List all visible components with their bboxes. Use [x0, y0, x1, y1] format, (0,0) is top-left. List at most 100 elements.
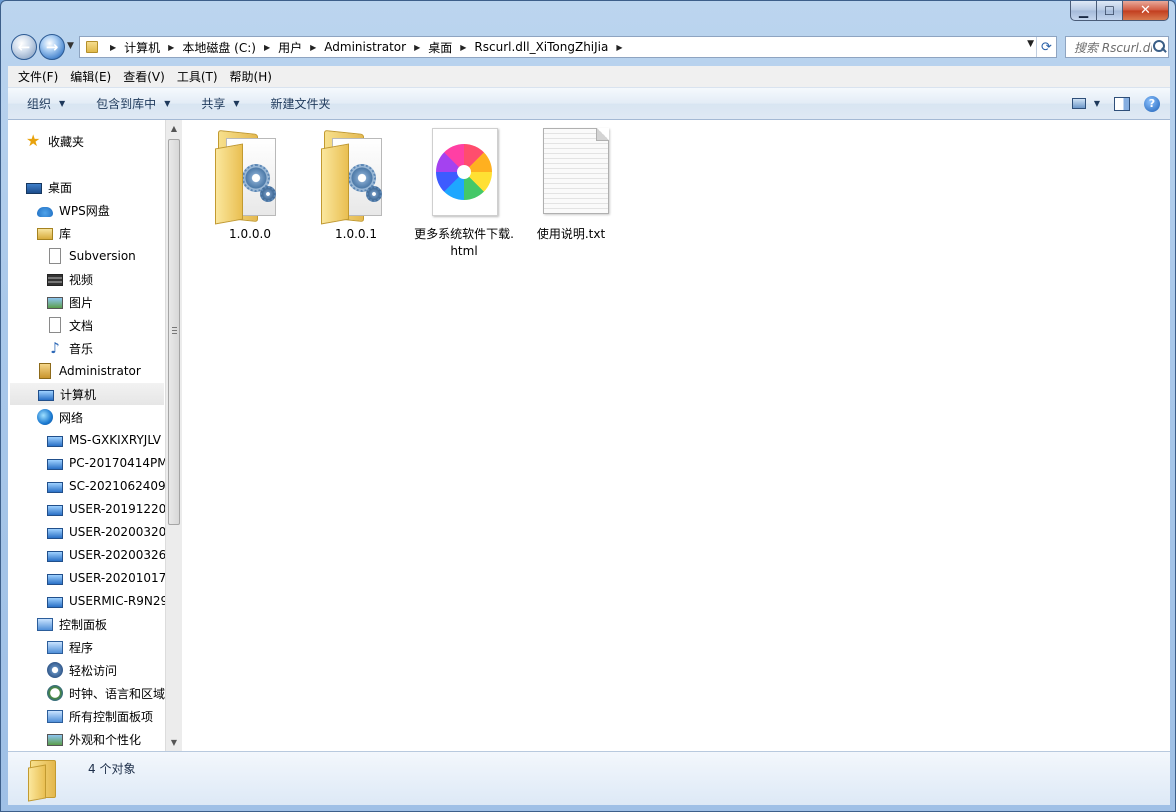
search-box[interactable]: 搜索 Rscurl.dll_XiTongZhiJia	[1065, 36, 1169, 58]
sidebar-item-network-pc[interactable]: USER-20201017I	[47, 567, 166, 589]
sidebar-item-label: USER-20201017I	[69, 571, 166, 585]
sidebar-item-label: 桌面	[48, 180, 73, 195]
breadcrumb-separator-icon[interactable]: ▶	[310, 43, 316, 52]
sidebar-item-label: 视频	[69, 272, 94, 287]
menu-edit[interactable]: 编辑(E)	[64, 67, 117, 87]
help-icon[interactable]: ?	[1144, 95, 1160, 112]
breadcrumb-separator-icon[interactable]: ▶	[168, 43, 174, 52]
command-bar: 组织 ▼ 包含到库中 ▼ 共享 ▼ 新建文件夹 ▼ ?	[8, 88, 1170, 120]
picture-icon	[47, 297, 63, 309]
folder-icon	[28, 758, 64, 802]
breadcrumb-separator-icon[interactable]: ▶	[460, 43, 466, 52]
sidebar-item-network-pc[interactable]: USERMIC-R9N29	[47, 590, 166, 612]
breadcrumb-item[interactable]: 计算机	[124, 39, 160, 56]
sidebar-item-library[interactable]: 库	[37, 222, 71, 244]
desktop-icon	[26, 182, 42, 194]
sidebar-item-pictures[interactable]: 图片	[47, 291, 93, 313]
sidebar-item-documents[interactable]: 文档	[47, 314, 93, 336]
file-name: 1.0.0.0	[229, 227, 271, 241]
navigation-scrollbar[interactable]: ▲ ▼	[165, 120, 182, 751]
sidebar-item-label: 图片	[69, 295, 94, 310]
sidebar-item-label: 时钟、语言和区域	[69, 686, 166, 701]
sidebar-item-wps[interactable]: WPS网盘	[37, 199, 110, 221]
file-item[interactable]: 使用说明.txt	[521, 126, 621, 243]
file-list: 1.0.0.0 1.0.0.1 更多系统软件下载.html 使用说明.txt	[184, 120, 1170, 751]
breadcrumb-separator-icon[interactable]: ▶	[616, 43, 622, 52]
breadcrumb-item[interactable]: Rscurl.dll_XiTongZhiJia	[474, 40, 608, 54]
cloud-icon	[37, 206, 53, 217]
chevron-down-icon: ▼	[233, 99, 240, 108]
share-button[interactable]: 共享 ▼	[182, 88, 251, 119]
scroll-down-arrow-icon[interactable]: ▼	[166, 734, 182, 751]
close-button[interactable]: ✕	[1123, 1, 1169, 21]
breadcrumb-separator-icon[interactable]: ▶	[414, 43, 420, 52]
sidebar-item-network-pc[interactable]: USER-20191220I	[47, 498, 166, 520]
breadcrumb-item[interactable]: 用户	[278, 39, 302, 56]
breadcrumb-separator-icon[interactable]: ▶	[264, 43, 270, 52]
preview-pane-icon[interactable]	[1114, 96, 1130, 111]
ease-of-access-icon	[47, 662, 63, 678]
sidebar-item-network-pc[interactable]: USER-20200320I	[47, 521, 166, 543]
navigation-pane: ★ 收藏夹 桌面 WPS网盘 库 Subversion 视频 图片 文档 ♪ 音…	[8, 120, 166, 751]
menu-file[interactable]: 文件(F)	[12, 67, 64, 87]
sidebar-item-music[interactable]: ♪ 音乐	[47, 337, 93, 359]
back-button[interactable]: ←	[11, 34, 37, 60]
sidebar-item-subversion[interactable]: Subversion	[47, 245, 136, 267]
sidebar-item-programs[interactable]: 程序	[47, 636, 93, 658]
details-pane: 4 个对象	[8, 751, 1170, 805]
address-dropdown-icon[interactable]: ▼	[1027, 39, 1034, 49]
maximize-button[interactable]: ☐	[1097, 1, 1123, 21]
minimize-button[interactable]: ▁	[1070, 1, 1097, 21]
sidebar-item-favorites[interactable]: ★ 收藏夹	[26, 130, 84, 152]
address-bar[interactable]: ▶ 计算机 ▶ 本地磁盘 (C:) ▶ 用户 ▶ Administrator ▶…	[79, 36, 1057, 58]
search-input[interactable]: 搜索 Rscurl.dll_XiTongZhiJia	[1074, 39, 1152, 56]
navigation-row: ← → ▼ ▶ 计算机 ▶ 本地磁盘 (C:) ▶ 用户 ▶ Administr…	[9, 33, 1169, 61]
sidebar-item-videos[interactable]: 视频	[47, 268, 93, 290]
file-item[interactable]: 1.0.0.1	[306, 126, 406, 243]
breadcrumb: ▶ 计算机 ▶ 本地磁盘 (C:) ▶ 用户 ▶ Administrator ▶…	[102, 37, 631, 57]
menu-tools[interactable]: 工具(T)	[171, 67, 224, 87]
sidebar-item-all-cp-items[interactable]: 所有控制面板项	[47, 705, 153, 727]
sidebar-item-network-pc[interactable]: PC-20170414PM	[47, 452, 166, 474]
html-file-icon	[426, 126, 502, 222]
sidebar-item-network-pc[interactable]: SC-20210624091	[47, 475, 166, 497]
sidebar-item-network-pc[interactable]: USER-20200326V	[47, 544, 166, 566]
refresh-icon[interactable]: ⟳	[1036, 37, 1056, 57]
sidebar-item-label: WPS网盘	[59, 203, 110, 218]
user-folder-icon	[39, 363, 51, 379]
sidebar-item-administrator[interactable]: Administrator	[37, 360, 141, 382]
main-area: ★ 收藏夹 桌面 WPS网盘 库 Subversion 视频 图片 文档 ♪ 音…	[8, 120, 1170, 751]
menu-help[interactable]: 帮助(H)	[224, 67, 278, 87]
breadcrumb-item[interactable]: 桌面	[428, 39, 452, 56]
forward-button[interactable]: →	[39, 34, 65, 60]
file-item[interactable]: 1.0.0.0	[200, 126, 300, 243]
breadcrumb-separator-icon[interactable]: ▶	[110, 43, 116, 52]
grip-icon	[172, 327, 177, 334]
text-file-icon	[533, 126, 609, 222]
sidebar-item-network[interactable]: 网络	[37, 406, 83, 428]
sidebar-item-control-panel[interactable]: 控制面板	[37, 613, 107, 635]
scroll-up-arrow-icon[interactable]: ▲	[166, 120, 182, 137]
sidebar-item-computer[interactable]: 计算机	[10, 383, 164, 405]
sidebar-item-network-pc[interactable]: MS-GXKIXRYJLV	[47, 429, 161, 451]
recent-pages-chevron-icon[interactable]: ▼	[67, 41, 74, 51]
sidebar-item-desktop[interactable]: 桌面	[26, 176, 72, 198]
view-options-chevron-icon[interactable]: ▼	[1094, 99, 1100, 108]
new-folder-button[interactable]: 新建文件夹	[252, 88, 343, 119]
file-item[interactable]: 更多系统软件下载.html	[414, 126, 514, 260]
sidebar-item-appearance[interactable]: 外观和个性化	[47, 728, 141, 750]
breadcrumb-item[interactable]: 本地磁盘 (C:)	[182, 39, 256, 56]
change-view-icon[interactable]	[1071, 98, 1086, 109]
menu-view[interactable]: 查看(V)	[117, 67, 171, 87]
scrollbar-thumb[interactable]	[168, 139, 180, 525]
item-count: 4 个对象	[88, 762, 136, 776]
search-icon[interactable]	[1152, 39, 1168, 55]
sidebar-item-clock-region[interactable]: 时钟、语言和区域	[47, 682, 165, 704]
include-library-button[interactable]: 包含到库中 ▼	[77, 88, 182, 119]
new-folder-label: 新建文件夹	[270, 97, 331, 111]
sidebar-item-ease-of-access[interactable]: 轻松访问	[47, 659, 117, 681]
organize-button[interactable]: 组织 ▼	[8, 88, 77, 119]
breadcrumb-item[interactable]: Administrator	[324, 40, 406, 54]
command-bar-right: ▼ ?	[1071, 88, 1160, 119]
programs-icon	[47, 641, 63, 654]
